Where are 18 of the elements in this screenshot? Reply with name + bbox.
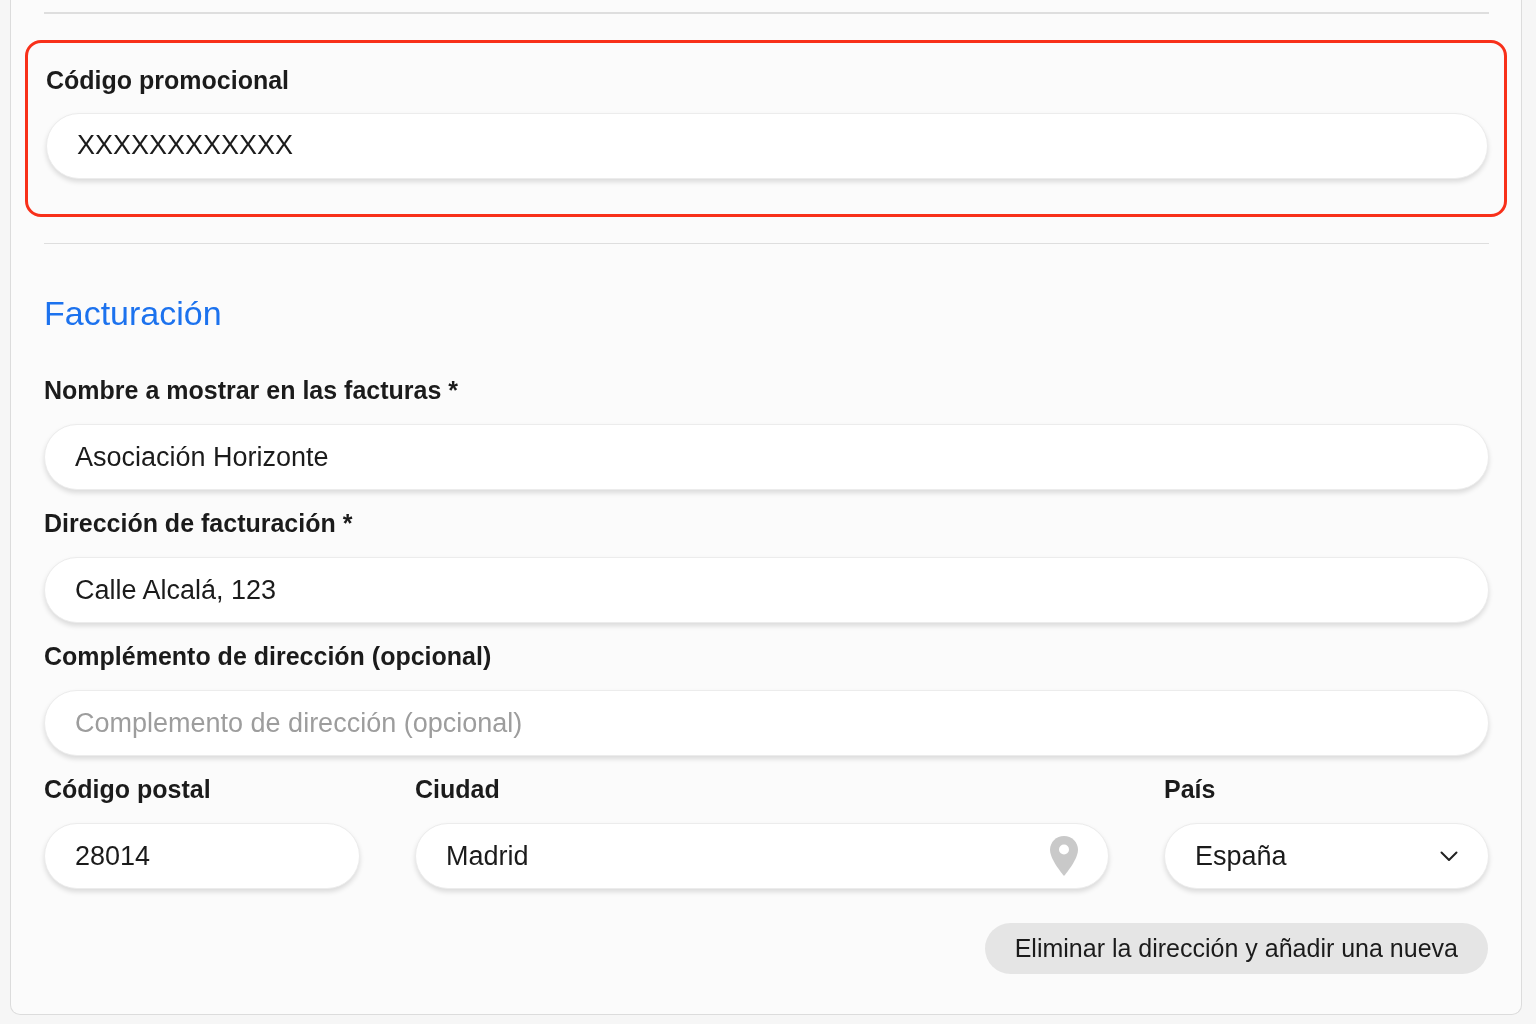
field-label: Dirección de facturación * [44,508,353,539]
delete-address-button[interactable]: Eliminar la dirección y añadir una nueva [984,923,1488,974]
input-field[interactable]: Complemento de dirección (opcional) [44,690,1489,756]
input-field[interactable]: Calle Alcalá, 123 [44,557,1489,623]
field-label: País [1164,774,1216,805]
input-field[interactable]: Asociación Horizonte [44,424,1489,490]
city-field[interactable]: Madrid [415,823,1109,889]
field-label: Código postal [44,774,211,805]
location-pin-icon [1050,836,1078,876]
field-label: Ciudad [415,774,500,805]
input-field[interactable]: 28014 [44,823,360,889]
chevron-down-icon [1440,850,1458,862]
section-heading: Facturación [44,293,223,333]
field-label: Nombre a mostrar en las facturas * [44,375,459,406]
field-label: Complémento de dirección (opcional) [44,641,492,672]
dropdown-field[interactable]: España [1164,823,1489,889]
input-field[interactable]: XXXXXXXXXXXX [46,112,1488,179]
field-label: Código promocional [46,64,290,96]
